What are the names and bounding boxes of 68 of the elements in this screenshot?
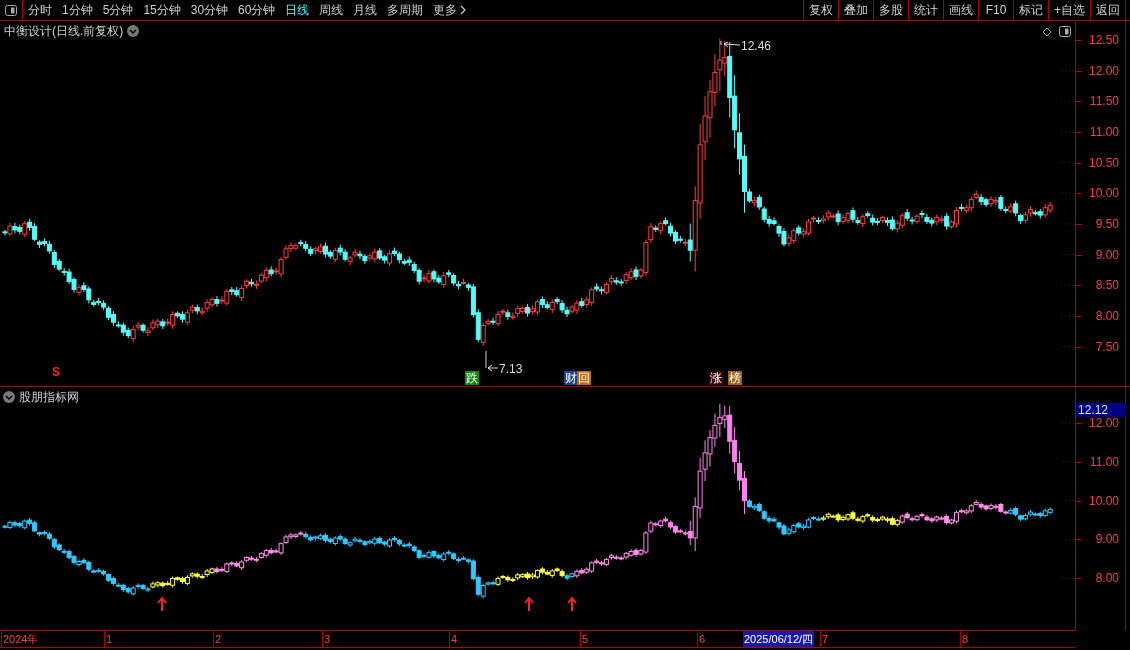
indicator-axis-label: 10.00 xyxy=(1088,494,1119,507)
period-tab[interactable]: 月线 xyxy=(353,1,378,19)
cursor-date-label: 2025/06/12/四 xyxy=(743,631,815,647)
period-tab[interactable]: 60分钟 xyxy=(238,1,276,19)
toolbar-button[interactable]: F10 xyxy=(978,0,1013,20)
period-tab[interactable]: 日线 xyxy=(285,1,310,19)
time-axis-label: 6 xyxy=(699,632,706,646)
toolbar-button[interactable]: 画线 xyxy=(943,0,978,20)
chevron-down-icon[interactable] xyxy=(127,25,140,37)
indicator-axis-label: 9.00 xyxy=(1095,533,1119,546)
high-price-label: 12.46 xyxy=(741,38,772,55)
price-axis-label: 10.00 xyxy=(1088,187,1119,200)
toolbar-button[interactable]: 标记 xyxy=(1013,0,1048,20)
period-tab[interactable]: 1分钟 xyxy=(62,1,93,19)
price-axis-label: 11.50 xyxy=(1089,95,1119,108)
leader-line xyxy=(485,350,499,372)
panel-toggle-icon[interactable] xyxy=(5,4,17,16)
chart-title: 中衡设计(日线.前复权) xyxy=(4,23,124,40)
period-tab[interactable]: 周线 xyxy=(319,1,344,19)
price-axis-label: 8.50 xyxy=(1095,279,1119,292)
panel-toggle-icon[interactable] xyxy=(1059,26,1071,37)
indicator-axis-label: 11.00 xyxy=(1089,455,1119,468)
chevron-down-icon[interactable] xyxy=(3,391,15,403)
chevron-right-icon xyxy=(460,5,467,15)
sell-signal-marker: S xyxy=(52,366,60,378)
time-axis-label: 1 xyxy=(106,632,113,646)
period-tab[interactable]: 30分钟 xyxy=(190,1,229,19)
price-axis-label: 12.50 xyxy=(1088,34,1119,46)
time-axis-label: 3 xyxy=(324,632,331,646)
diamond-icon[interactable] xyxy=(1042,27,1052,37)
toolbar-button[interactable]: 返回 xyxy=(1090,0,1126,20)
event-badge[interactable]: 榜 xyxy=(728,371,742,385)
price-axis-label: 8.00 xyxy=(1095,309,1119,322)
indicator-axis-label: 12.00 xyxy=(1088,417,1119,429)
time-axis-label: 2 xyxy=(215,632,222,646)
current-value-label: 12.12 xyxy=(1076,403,1126,417)
period-tab[interactable]: 分时 xyxy=(28,1,52,19)
price-axis-label: 9.00 xyxy=(1095,248,1119,261)
toolbar-button[interactable]: 复权 xyxy=(803,0,838,20)
event-badge[interactable]: 财 xyxy=(564,371,578,385)
period-tab[interactable]: 5分钟 xyxy=(102,1,134,19)
time-axis-label: 2024年 xyxy=(3,632,39,646)
event-badge[interactable]: 涨 xyxy=(709,371,723,385)
leader-line xyxy=(720,40,741,48)
low-price-label: 7.13 xyxy=(499,361,523,378)
toolbar-button[interactable]: 叠加 xyxy=(838,0,873,20)
up-arrow-icon xyxy=(157,596,167,612)
price-axis-label: 10.50 xyxy=(1088,156,1119,169)
toolbar-button[interactable]: +自选 xyxy=(1048,0,1090,20)
event-badge[interactable]: 跌 xyxy=(465,371,479,385)
time-axis-label: 4 xyxy=(451,632,458,646)
up-arrow-icon xyxy=(524,596,534,612)
price-axis-label: 11.00 xyxy=(1089,125,1119,138)
toolbar-button[interactable]: 多股 xyxy=(873,0,908,20)
indicator-axis-label: 8.00 xyxy=(1095,572,1119,585)
period-tab[interactable]: 15分钟 xyxy=(143,1,181,19)
price-axis-label: 7.50 xyxy=(1095,340,1119,353)
period-tab[interactable]: 多周期 xyxy=(387,1,424,19)
period-tab[interactable]: 更多 xyxy=(433,1,467,19)
time-axis-label: 8 xyxy=(962,632,969,646)
indicator-title: 股朋指标网 xyxy=(19,389,79,406)
time-axis-label: 5 xyxy=(582,632,589,646)
event-badge[interactable]: 回 xyxy=(577,371,591,385)
time-axis-label: 7 xyxy=(822,632,829,646)
up-arrow-icon xyxy=(567,596,577,612)
price-axis-label: 12.00 xyxy=(1088,64,1119,77)
toolbar-button[interactable]: 统计 xyxy=(908,0,943,20)
price-axis-label: 9.50 xyxy=(1095,217,1119,230)
